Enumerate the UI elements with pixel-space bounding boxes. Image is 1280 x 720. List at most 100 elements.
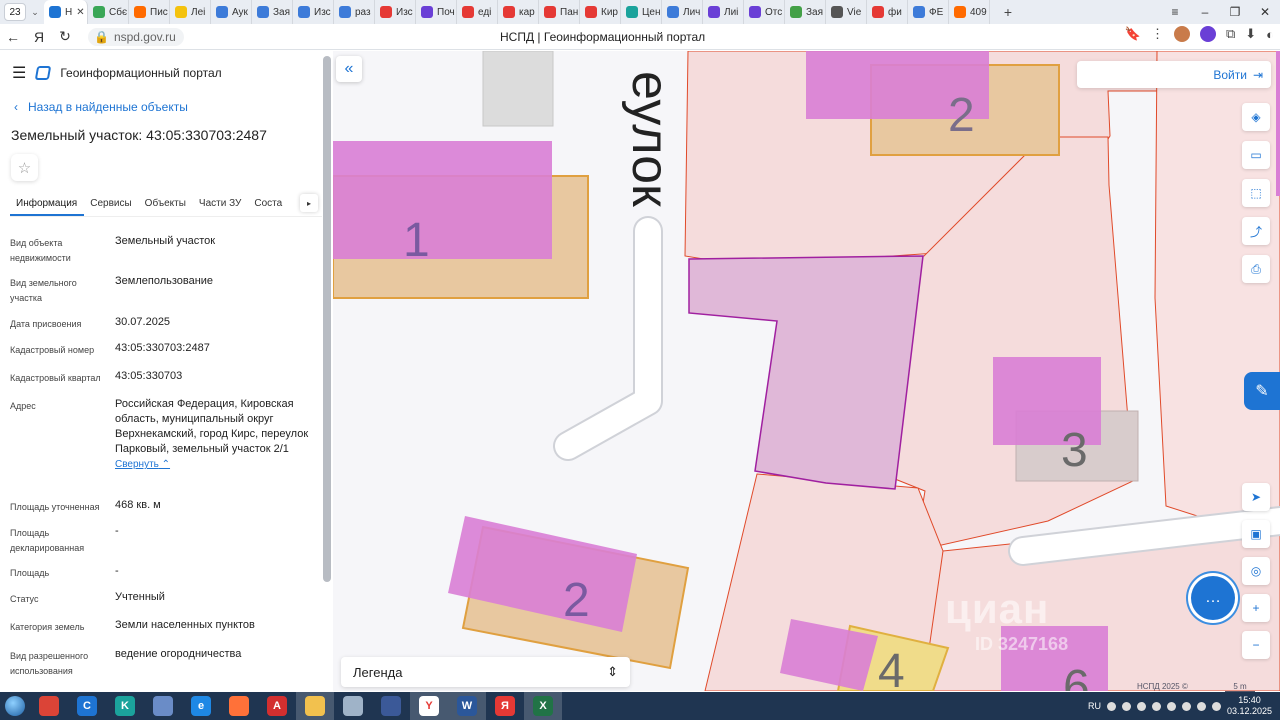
browser-tab[interactable]: фи xyxy=(867,0,908,24)
browser-tab[interactable]: раз xyxy=(334,0,375,24)
reload-icon[interactable]: ↻ xyxy=(52,28,78,45)
more-menu-icon[interactable]: ⋮ xyxy=(1151,26,1164,42)
map-canvas[interactable]: еулок 1 2 2 3 4 6 циан ID 3247168 xyxy=(333,51,1280,691)
tab-favicon-icon xyxy=(257,6,269,18)
share-icon[interactable]: ⤴ xyxy=(1242,217,1270,245)
feedback-side-button[interactable]: ✎ xyxy=(1244,372,1280,410)
favorite-star-button[interactable]: ☆ xyxy=(11,154,38,181)
restore-icon[interactable]: ❐ xyxy=(1220,5,1250,19)
browser-tab[interactable]: Отс xyxy=(744,0,785,24)
tab-favicon-icon xyxy=(216,6,228,18)
tab-parts[interactable]: Части ЗУ xyxy=(193,191,248,216)
select-area-icon[interactable]: ⬚ xyxy=(1242,179,1270,207)
menu-icon[interactable]: ≡ xyxy=(1160,5,1190,19)
portal-header: ☰ Геоинформационный портал xyxy=(12,63,222,83)
browser-tab[interactable]: Пан xyxy=(539,0,580,24)
explorer-icon xyxy=(305,696,325,716)
browser-tab[interactable]: Аук xyxy=(211,0,252,24)
login-button[interactable]: Войти ⇥ xyxy=(1077,61,1271,88)
bookmark-icon[interactable]: 🔖 xyxy=(1125,26,1141,42)
minimize-icon[interactable]: – xyxy=(1190,5,1220,19)
geolocation-icon[interactable]: ◎ xyxy=(1242,557,1270,585)
print-icon[interactable]: ⎙ xyxy=(1242,255,1270,283)
taskbar-app-explorer[interactable] xyxy=(296,692,334,720)
zoom-in-icon[interactable]: + xyxy=(1242,594,1270,622)
tray-icon[interactable] xyxy=(1136,701,1146,711)
taskbar-app-acrobat[interactable]: A xyxy=(258,692,296,720)
tray-icon[interactable] xyxy=(1166,701,1176,711)
taskbar-app-kaspersky[interactable]: K xyxy=(106,692,144,720)
browser-tab[interactable]: Цен xyxy=(621,0,662,24)
browser-tab[interactable]: Пис xyxy=(129,0,170,24)
profile-icon[interactable]: ◐ xyxy=(1266,27,1274,42)
ruler-icon[interactable]: ▭ xyxy=(1242,141,1270,169)
tab-information[interactable]: Информация xyxy=(10,191,85,216)
language-indicator[interactable]: RU xyxy=(1088,701,1101,711)
downloads-icon[interactable]: ⬇ xyxy=(1245,26,1256,42)
locate-icon[interactable]: ➤ xyxy=(1242,483,1270,511)
taskbar-app-yandex-browser[interactable]: Y xyxy=(410,692,448,720)
minimap-icon[interactable]: ▣ xyxy=(1242,520,1270,548)
taskbar-app-save[interactable] xyxy=(372,692,410,720)
back-arrow-icon[interactable]: ← xyxy=(0,29,26,45)
alice-icon[interactable] xyxy=(1199,26,1216,42)
taskbar-app-word[interactable]: W xyxy=(448,692,486,720)
tray-icon[interactable] xyxy=(1106,701,1116,711)
tray-icon[interactable] xyxy=(1181,701,1191,711)
taskbar-app-firefox[interactable] xyxy=(220,692,258,720)
extension-icon[interactable] xyxy=(1173,26,1190,42)
tab-count-badge[interactable]: 23 xyxy=(4,3,26,21)
panel-scrollbar[interactable] xyxy=(323,56,331,582)
volume-icon[interactable] xyxy=(1211,701,1221,711)
collections-icon[interactable]: ⧉ xyxy=(1226,26,1235,42)
browser-tab[interactable]: Леі xyxy=(170,0,211,24)
browser-tab[interactable]: Поч xyxy=(416,0,457,24)
taskbar-app-excel[interactable]: X xyxy=(524,692,562,720)
taskbar-app-recycle[interactable] xyxy=(334,692,372,720)
browser-tab[interactable]: Лиі xyxy=(703,0,744,24)
browser-tab[interactable]: Лич xyxy=(662,0,703,24)
yandex-home-icon[interactable]: Я xyxy=(26,29,52,45)
browser-tab[interactable]: Сбє xyxy=(88,0,129,24)
back-to-results-link[interactable]: ‹ Назад в найденные объекты xyxy=(14,100,188,114)
network-icon[interactable] xyxy=(1196,701,1206,711)
new-tab-plus-icon[interactable]: + xyxy=(996,4,1020,20)
tray-icon[interactable] xyxy=(1121,701,1131,711)
collapse-panel-button[interactable]: « xyxy=(336,56,362,82)
tab-composition[interactable]: Соста xyxy=(248,191,289,216)
hamburger-menu-icon[interactable]: ☰ xyxy=(12,63,26,83)
chat-bubble-icon[interactable]: … xyxy=(1191,576,1235,620)
taskbar-app-chrome[interactable] xyxy=(30,692,68,720)
browser-tab[interactable]: Изс xyxy=(375,0,416,24)
tab-close-icon[interactable]: ✕ xyxy=(76,7,84,18)
taskbar-app-ie[interactable]: e xyxy=(182,692,220,720)
taskbar-app-network[interactable] xyxy=(144,692,182,720)
taskbar-app-yandex[interactable]: Я xyxy=(486,692,524,720)
tab-label: Изс xyxy=(314,6,331,18)
taskbar-app-ccleaner[interactable]: C xyxy=(68,692,106,720)
tray-icon[interactable] xyxy=(1151,701,1161,711)
zoom-out-icon[interactable]: − xyxy=(1242,631,1270,659)
clock[interactable]: 15:40 03.12.2025 xyxy=(1227,695,1272,717)
tab-services[interactable]: Сервисы xyxy=(84,191,138,216)
building-number-2-south: 2 xyxy=(563,574,590,627)
start-button[interactable] xyxy=(0,692,30,720)
browser-tab[interactable]: Vie xyxy=(826,0,867,24)
url-field[interactable]: 🔒 nspd.gov.ru xyxy=(88,27,184,46)
tab-list-chevron-icon[interactable]: ⌄ xyxy=(26,7,44,18)
tab-objects[interactable]: Объекты xyxy=(139,191,193,216)
browser-tab[interactable]: Зая xyxy=(252,0,293,24)
layers-icon[interactable]: ◈ xyxy=(1242,103,1270,131)
browser-tab[interactable]: Кир xyxy=(580,0,621,24)
tabs-scroll-right-icon[interactable]: ▸ xyxy=(300,194,318,212)
browser-tab[interactable]: Изс xyxy=(293,0,334,24)
close-window-icon[interactable]: ✕ xyxy=(1250,5,1280,19)
browser-tab[interactable]: Н ✕ xyxy=(44,0,88,24)
browser-tab[interactable]: Зая xyxy=(785,0,826,24)
browser-tab[interactable]: кар xyxy=(498,0,539,24)
legend-dropdown[interactable]: Легенда ⇕ xyxy=(341,657,630,687)
collapse-link[interactable]: Свернуть ⌃ xyxy=(115,459,170,470)
browser-tab[interactable]: 409 xyxy=(949,0,990,24)
browser-tab[interactable]: ФЕ xyxy=(908,0,949,24)
browser-tab[interactable]: еді xyxy=(457,0,498,24)
